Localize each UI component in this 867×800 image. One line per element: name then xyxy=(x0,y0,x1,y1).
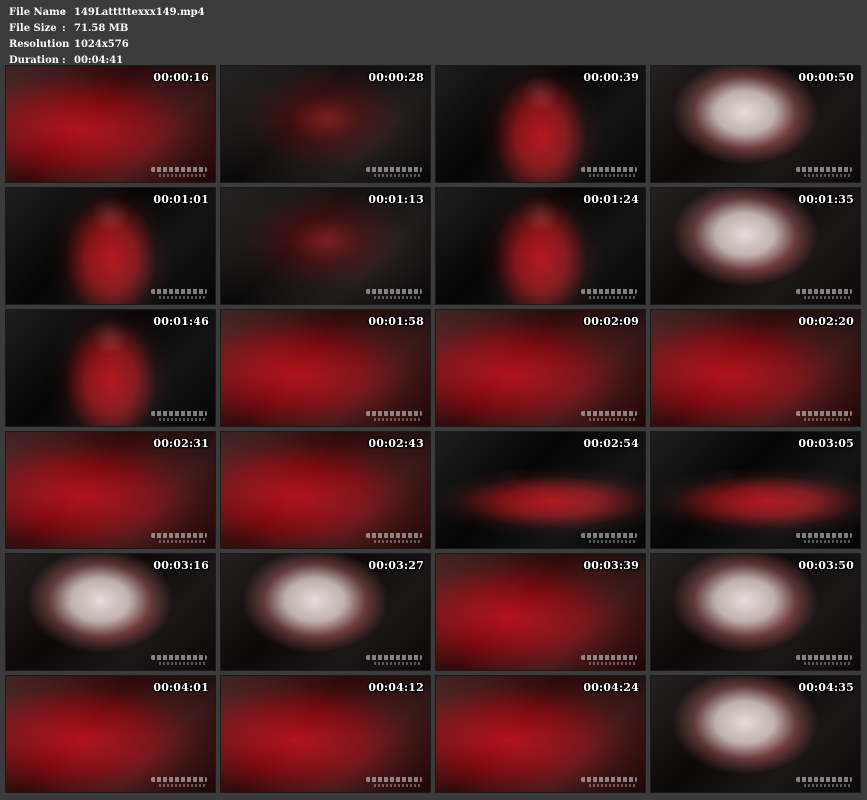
watermark-logo xyxy=(147,411,207,423)
video-frame-thumbnail: 00:02:43 xyxy=(220,431,431,549)
thumbnail-grid: 00:00:16 00:00:28 00:00:39 00:00:50 00:01:01… xyxy=(5,65,865,797)
video-frame-thumbnail: 00:04:01 xyxy=(5,675,216,793)
watermark-logo xyxy=(362,411,422,423)
watermark-logo xyxy=(147,167,207,179)
file-size-separator: : xyxy=(62,23,66,34)
video-frame-thumbnail: 00:00:39 xyxy=(435,65,646,183)
video-frame-thumbnail: 00:01:46 xyxy=(5,309,216,427)
watermark-logo xyxy=(577,533,637,545)
file-name-label: File Name xyxy=(9,7,67,18)
video-frame-thumbnail: 00:02:54 xyxy=(435,431,646,549)
file-name-separator: : xyxy=(62,7,66,18)
video-frame-thumbnail: 00:00:16 xyxy=(5,65,216,183)
frame-timestamp: 00:02:43 xyxy=(368,437,424,450)
frame-timestamp: 00:01:24 xyxy=(583,193,639,206)
watermark-logo xyxy=(792,777,852,789)
frame-timestamp: 00:03:05 xyxy=(798,437,854,450)
resolution-value: 1024x576 xyxy=(74,39,129,50)
frame-timestamp: 00:02:31 xyxy=(153,437,209,450)
watermark-logo xyxy=(147,289,207,301)
watermark-logo xyxy=(792,411,852,423)
watermark-logo xyxy=(362,777,422,789)
watermark-logo xyxy=(362,167,422,179)
watermark-logo xyxy=(362,289,422,301)
video-frame-thumbnail: 00:02:09 xyxy=(435,309,646,427)
video-frame-thumbnail: 00:02:31 xyxy=(5,431,216,549)
frame-timestamp: 00:03:16 xyxy=(153,559,209,572)
watermark-logo xyxy=(577,777,637,789)
watermark-logo xyxy=(792,533,852,545)
watermark-logo xyxy=(147,655,207,667)
watermark-logo xyxy=(362,533,422,545)
watermark-logo xyxy=(577,167,637,179)
video-frame-thumbnail: 00:01:01 xyxy=(5,187,216,305)
frame-timestamp: 00:04:35 xyxy=(798,681,854,694)
video-frame-thumbnail: 00:01:58 xyxy=(220,309,431,427)
file-size-label: File Size xyxy=(9,23,57,34)
video-frame-thumbnail: 00:01:35 xyxy=(650,187,861,305)
resolution-label: Resolution xyxy=(9,39,70,50)
frame-timestamp: 00:02:20 xyxy=(798,315,854,328)
watermark-logo xyxy=(577,655,637,667)
video-frame-thumbnail: 00:03:39 xyxy=(435,553,646,671)
watermark-logo xyxy=(362,655,422,667)
frame-timestamp: 00:00:28 xyxy=(368,71,424,84)
video-frame-thumbnail: 00:00:50 xyxy=(650,65,861,183)
watermark-logo xyxy=(577,411,637,423)
video-frame-thumbnail: 00:03:27 xyxy=(220,553,431,671)
frame-timestamp: 00:00:16 xyxy=(153,71,209,84)
frame-timestamp: 00:04:12 xyxy=(368,681,424,694)
watermark-logo xyxy=(792,655,852,667)
frame-timestamp: 00:02:54 xyxy=(583,437,639,450)
video-frame-thumbnail: 00:01:24 xyxy=(435,187,646,305)
frame-timestamp: 00:04:01 xyxy=(153,681,209,694)
watermark-logo xyxy=(147,777,207,789)
file-size-value: 71.58 MB xyxy=(74,23,129,34)
frame-timestamp: 00:00:50 xyxy=(798,71,854,84)
frame-timestamp: 00:01:46 xyxy=(153,315,209,328)
frame-timestamp: 00:01:13 xyxy=(368,193,424,206)
frame-timestamp: 00:01:35 xyxy=(798,193,854,206)
file-info-header: File Name : 149Latttttexxx149.mp4 File S… xyxy=(9,5,205,69)
frame-timestamp: 00:03:27 xyxy=(368,559,424,572)
watermark-logo xyxy=(792,289,852,301)
frame-timestamp: 00:03:39 xyxy=(583,559,639,572)
video-frame-thumbnail: 00:04:35 xyxy=(650,675,861,793)
video-frame-thumbnail: 00:04:12 xyxy=(220,675,431,793)
resolution-separator: : xyxy=(62,39,66,50)
video-frame-thumbnail: 00:00:28 xyxy=(220,65,431,183)
frame-timestamp: 00:00:39 xyxy=(583,71,639,84)
file-name-value: 149Latttttexxx149.mp4 xyxy=(74,7,205,18)
file-name-row: File Name : 149Latttttexxx149.mp4 xyxy=(9,5,205,21)
watermark-logo xyxy=(147,533,207,545)
watermark-logo xyxy=(577,289,637,301)
video-frame-thumbnail: 00:02:20 xyxy=(650,309,861,427)
frame-timestamp: 00:04:24 xyxy=(583,681,639,694)
video-frame-thumbnail: 00:03:05 xyxy=(650,431,861,549)
resolution-row: Resolution : 1024x576 xyxy=(9,37,205,53)
watermark-logo xyxy=(792,167,852,179)
frame-timestamp: 00:01:58 xyxy=(368,315,424,328)
video-frame-thumbnail: 00:03:50 xyxy=(650,553,861,671)
video-frame-thumbnail: 00:04:24 xyxy=(435,675,646,793)
video-frame-thumbnail: 00:01:13 xyxy=(220,187,431,305)
file-size-row: File Size : 71.58 MB xyxy=(9,21,205,37)
frame-timestamp: 00:02:09 xyxy=(583,315,639,328)
video-frame-thumbnail: 00:03:16 xyxy=(5,553,216,671)
frame-timestamp: 00:03:50 xyxy=(798,559,854,572)
frame-timestamp: 00:01:01 xyxy=(153,193,209,206)
